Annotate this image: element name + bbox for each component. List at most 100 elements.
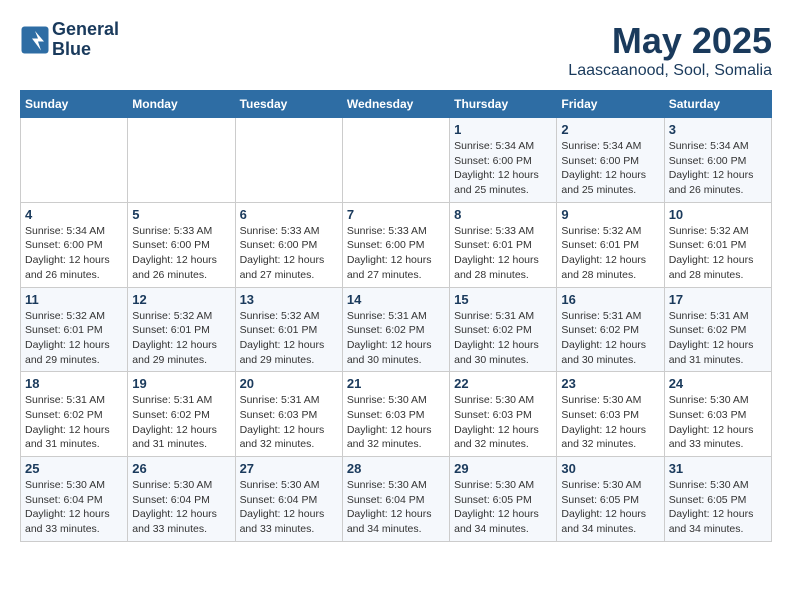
week-row-3: 11 Sunrise: 5:32 AM Sunset: 6:01 PM Dayli…	[21, 287, 772, 372]
day-info: Sunrise: 5:30 AM Sunset: 6:04 PM Dayligh…	[347, 478, 445, 537]
calendar-cell: 4 Sunrise: 5:34 AM Sunset: 6:00 PM Daylig…	[21, 202, 128, 287]
day-number: 16	[561, 292, 659, 307]
day-number: 20	[240, 376, 338, 391]
calendar-cell: 7 Sunrise: 5:33 AM Sunset: 6:00 PM Daylig…	[342, 202, 449, 287]
calendar-cell	[128, 118, 235, 203]
calendar-cell: 10Sunrise: 5:32 AM Sunset: 6:01 PM Dayli…	[664, 202, 771, 287]
day-number: 3	[669, 122, 767, 137]
day-info: Sunrise: 5:30 AM Sunset: 6:05 PM Dayligh…	[669, 478, 767, 537]
day-info: Sunrise: 5:30 AM Sunset: 6:04 PM Dayligh…	[132, 478, 230, 537]
day-number: 6	[240, 207, 338, 222]
calendar-cell: 12Sunrise: 5:32 AM Sunset: 6:01 PM Dayli…	[128, 287, 235, 372]
weekday-header-saturday: Saturday	[664, 91, 771, 118]
calendar-cell: 15 Sunrise: 5:31 AM Sunset: 6:02 PM Dayli…	[450, 287, 557, 372]
week-row-4: 18Sunrise: 5:31 AM Sunset: 6:02 PM Dayli…	[21, 372, 772, 457]
day-number: 11	[25, 292, 123, 307]
subtitle: Laascaanood, Sool, Somalia	[568, 62, 772, 80]
day-info: Sunrise: 5:34 AM Sunset: 6:00 PM Dayligh…	[669, 139, 767, 198]
day-number: 23	[561, 376, 659, 391]
weekday-header-monday: Monday	[128, 91, 235, 118]
calendar-cell: 25Sunrise: 5:30 AM Sunset: 6:04 PM Dayli…	[21, 457, 128, 542]
calendar-cell: 29Sunrise: 5:30 AM Sunset: 6:05 PM Dayli…	[450, 457, 557, 542]
weekday-header-sunday: Sunday	[21, 91, 128, 118]
calendar-cell: 26 Sunrise: 5:30 AM Sunset: 6:04 PM Dayli…	[128, 457, 235, 542]
calendar-cell: 27 Sunrise: 5:30 AM Sunset: 6:04 PM Dayli…	[235, 457, 342, 542]
calendar-cell: 24Sunrise: 5:30 AM Sunset: 6:03 PM Dayli…	[664, 372, 771, 457]
day-info: Sunrise: 5:34 AM Sunset: 6:00 PM Dayligh…	[25, 224, 123, 283]
day-info: Sunrise: 5:30 AM Sunset: 6:03 PM Dayligh…	[669, 393, 767, 452]
day-number: 1	[454, 122, 552, 137]
day-number: 7	[347, 207, 445, 222]
calendar-cell: 22 Sunrise: 5:30 AM Sunset: 6:03 PM Dayli…	[450, 372, 557, 457]
day-info: Sunrise: 5:32 AM Sunset: 6:01 PM Dayligh…	[25, 309, 123, 368]
day-info: Sunrise: 5:30 AM Sunset: 6:03 PM Dayligh…	[347, 393, 445, 452]
week-row-2: 4 Sunrise: 5:34 AM Sunset: 6:00 PM Daylig…	[21, 202, 772, 287]
day-info: Sunrise: 5:31 AM Sunset: 6:02 PM Dayligh…	[454, 309, 552, 368]
day-number: 13	[240, 292, 338, 307]
calendar-cell: 18Sunrise: 5:31 AM Sunset: 6:02 PM Dayli…	[21, 372, 128, 457]
calendar-cell	[235, 118, 342, 203]
main-title: May 2025	[568, 20, 772, 62]
calendar-cell: 19 Sunrise: 5:31 AM Sunset: 6:02 PM Dayli…	[128, 372, 235, 457]
day-info: Sunrise: 5:34 AM Sunset: 6:00 PM Dayligh…	[454, 139, 552, 198]
day-info: Sunrise: 5:30 AM Sunset: 6:03 PM Dayligh…	[454, 393, 552, 452]
day-info: Sunrise: 5:34 AM Sunset: 6:00 PM Dayligh…	[561, 139, 659, 198]
calendar-cell: 2Sunrise: 5:34 AM Sunset: 6:00 PM Daylig…	[557, 118, 664, 203]
day-info: Sunrise: 5:31 AM Sunset: 6:02 PM Dayligh…	[347, 309, 445, 368]
day-info: Sunrise: 5:33 AM Sunset: 6:00 PM Dayligh…	[240, 224, 338, 283]
day-number: 10	[669, 207, 767, 222]
day-number: 28	[347, 461, 445, 476]
week-row-5: 25 Sunrise: 5:30 AM Sunset: 6:04 PM Dayli…	[21, 457, 772, 542]
day-number: 27	[240, 461, 338, 476]
day-number: 26	[132, 461, 230, 476]
day-info: Sunrise: 5:31 AM Sunset: 6:02 PM Dayligh…	[669, 309, 767, 368]
day-number: 25	[25, 461, 123, 476]
day-info: Sunrise: 5:31 AM Sunset: 6:03 PM Dayligh…	[240, 393, 338, 452]
logo-line2: Blue	[52, 40, 119, 60]
logo: General Blue	[20, 20, 119, 60]
calendar-cell: 21 Sunrise: 5:30 AM Sunset: 6:03 PM Dayli…	[342, 372, 449, 457]
calendar-cell: 30 Sunrise: 5:30 AM Sunset: 6:05 PM Dayli…	[557, 457, 664, 542]
day-info: Sunrise: 5:30 AM Sunset: 6:05 PM Dayligh…	[454, 478, 552, 537]
day-info: Sunrise: 5:32 AM Sunset: 6:01 PM Dayligh…	[561, 224, 659, 283]
day-info: Sunrise: 5:33 AM Sunset: 6:00 PM Dayligh…	[347, 224, 445, 283]
calendar-cell: 31 Sunrise: 5:30 AM Sunset: 6:05 PM Dayli…	[664, 457, 771, 542]
day-info: Sunrise: 5:30 AM Sunset: 6:03 PM Dayligh…	[561, 393, 659, 452]
day-number: 21	[347, 376, 445, 391]
day-number: 19	[132, 376, 230, 391]
weekday-header-thursday: Thursday	[450, 91, 557, 118]
day-number: 8	[454, 207, 552, 222]
day-number: 22	[454, 376, 552, 391]
day-info: Sunrise: 5:31 AM Sunset: 6:02 PM Dayligh…	[132, 393, 230, 452]
day-info: Sunrise: 5:33 AM Sunset: 6:00 PM Dayligh…	[132, 224, 230, 283]
logo-text: General Blue	[52, 20, 119, 60]
calendar-cell: 16 Sunrise: 5:31 AM Sunset: 6:02 PM Dayli…	[557, 287, 664, 372]
day-info: Sunrise: 5:33 AM Sunset: 6:01 PM Dayligh…	[454, 224, 552, 283]
day-info: Sunrise: 5:32 AM Sunset: 6:01 PM Dayligh…	[132, 309, 230, 368]
day-number: 15	[454, 292, 552, 307]
calendar-cell	[342, 118, 449, 203]
calendar-table: SundayMondayTuesdayWednesdayThursdayFrid…	[20, 90, 772, 542]
day-number: 30	[561, 461, 659, 476]
weekday-header-tuesday: Tuesday	[235, 91, 342, 118]
weekday-header-row: SundayMondayTuesdayWednesdayThursdayFrid…	[21, 91, 772, 118]
calendar-cell: 3 Sunrise: 5:34 AM Sunset: 6:00 PM Daylig…	[664, 118, 771, 203]
calendar-cell: 23 Sunrise: 5:30 AM Sunset: 6:03 PM Dayli…	[557, 372, 664, 457]
day-info: Sunrise: 5:30 AM Sunset: 6:04 PM Dayligh…	[240, 478, 338, 537]
day-number: 31	[669, 461, 767, 476]
week-row-1: 1 Sunrise: 5:34 AM Sunset: 6:00 PM Daylig…	[21, 118, 772, 203]
day-info: Sunrise: 5:31 AM Sunset: 6:02 PM Dayligh…	[561, 309, 659, 368]
logo-line1: General	[52, 20, 119, 40]
calendar-cell: 17Sunrise: 5:31 AM Sunset: 6:02 PM Dayli…	[664, 287, 771, 372]
calendar-cell: 28 Sunrise: 5:30 AM Sunset: 6:04 PM Dayli…	[342, 457, 449, 542]
calendar-cell: 6 Sunrise: 5:33 AM Sunset: 6:00 PM Daylig…	[235, 202, 342, 287]
calendar-cell: 5Sunrise: 5:33 AM Sunset: 6:00 PM Daylig…	[128, 202, 235, 287]
day-number: 9	[561, 207, 659, 222]
day-info: Sunrise: 5:30 AM Sunset: 6:05 PM Dayligh…	[561, 478, 659, 537]
day-number: 4	[25, 207, 123, 222]
calendar-cell: 9 Sunrise: 5:32 AM Sunset: 6:01 PM Daylig…	[557, 202, 664, 287]
weekday-header-wednesday: Wednesday	[342, 91, 449, 118]
calendar-cell: 20 Sunrise: 5:31 AM Sunset: 6:03 PM Dayli…	[235, 372, 342, 457]
weekday-header-friday: Friday	[557, 91, 664, 118]
calendar-cell: 13Sunrise: 5:32 AM Sunset: 6:01 PM Dayli…	[235, 287, 342, 372]
